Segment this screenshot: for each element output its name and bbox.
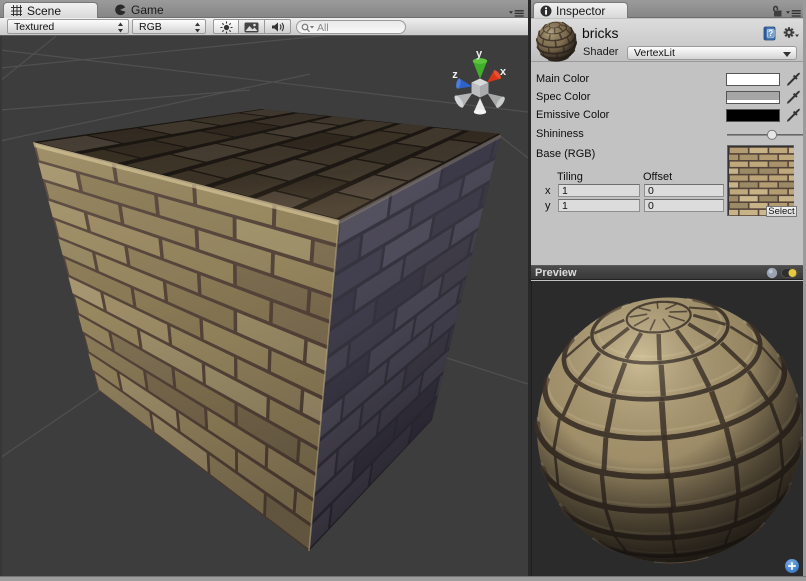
svg-text:x: x [500,66,507,78]
svg-text:?: ? [768,28,773,38]
svg-text:z: z [452,69,458,81]
svg-text:y: y [476,48,483,60]
